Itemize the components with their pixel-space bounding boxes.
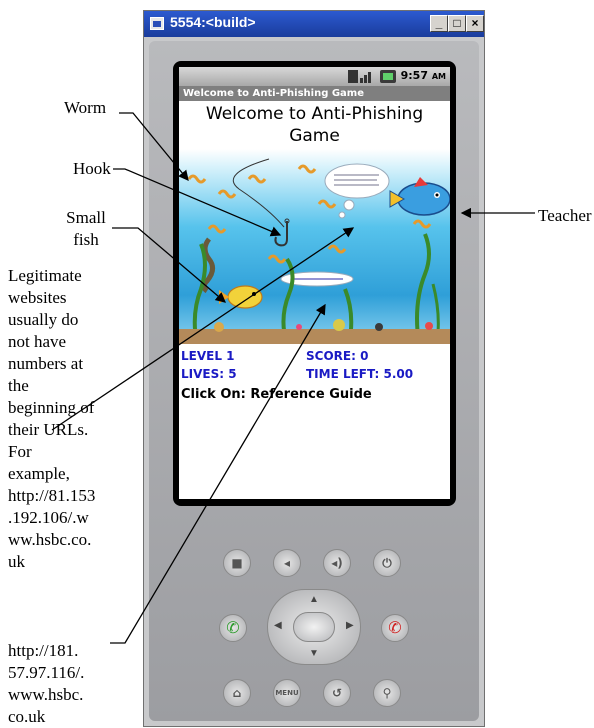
legitimate-pointer	[51, 227, 355, 431]
hook-pointer	[113, 168, 282, 237]
small-fish-pointer	[112, 227, 226, 303]
url-pointer	[110, 303, 326, 644]
worm-pointer	[119, 112, 189, 182]
annotation-arrows	[51, 112, 535, 644]
